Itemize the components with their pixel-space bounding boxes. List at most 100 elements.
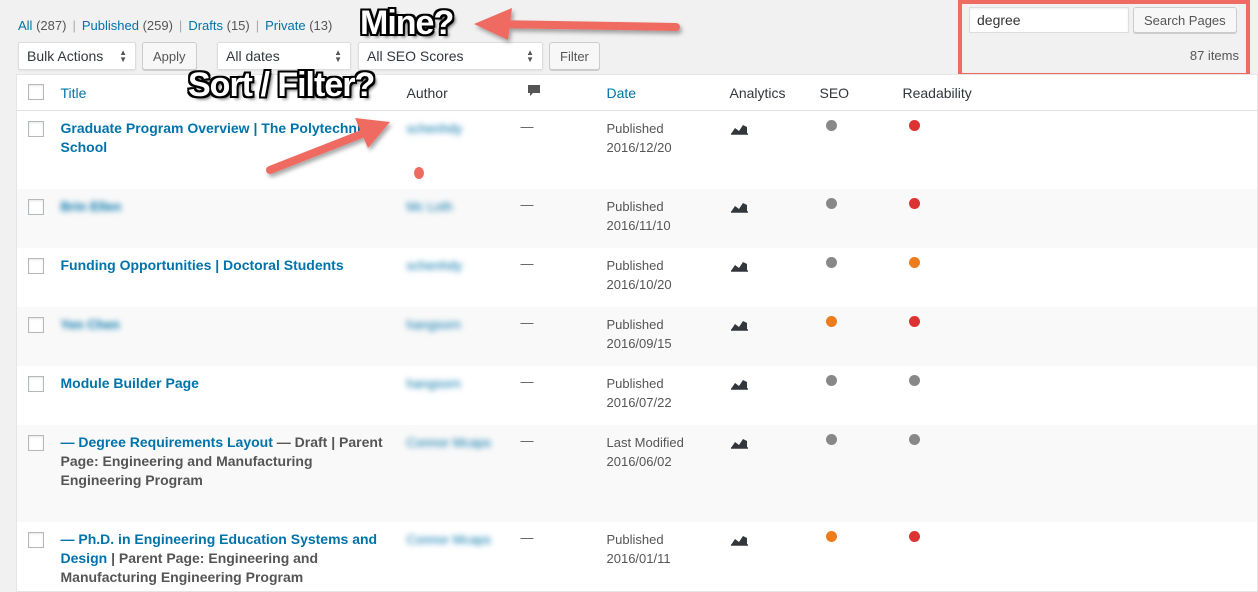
dates-value: All dates: [226, 48, 280, 64]
row-date: 2016/11/10: [606, 217, 671, 233]
analytics-chart-icon[interactable]: [730, 376, 748, 390]
table-row: — Degree Requirements Layout — Draft | P…: [16, 424, 1258, 522]
select-arrows-icon: ▲ ▼: [526, 48, 534, 64]
row-title-link[interactable]: Yen Chen: [61, 317, 120, 332]
table-row: Graduate Program Overview | The Polytech…: [17, 111, 1258, 189]
search-pages-button[interactable]: Search Pages: [1133, 7, 1237, 33]
select-all-cell: [16, 74, 61, 111]
select-arrows-icon: ▲ ▼: [119, 48, 127, 64]
items-count: 87 items: [1189, 48, 1239, 63]
row-date: 2016/12/20: [606, 140, 672, 155]
row-checkbox[interactable]: [28, 121, 44, 137]
table-row: Funding Opportunities | Doctoral Student…: [17, 248, 1258, 307]
comment-bubble-icon: [527, 85, 540, 96]
seo-score-dot: [825, 256, 837, 268]
seo-scores-select[interactable]: All SEO Scores ▲ ▼: [358, 42, 543, 70]
row-status: Published: [606, 198, 664, 214]
view-published-count: (259): [142, 18, 173, 33]
seo-scores-value: All SEO Scores: [367, 48, 464, 64]
readability-score-dot: [908, 433, 920, 445]
row-checkbox[interactable]: [28, 531, 44, 548]
row-date: 2016/09/15: [606, 335, 672, 351]
row-title-link[interactable]: Module Builder Page: [61, 375, 199, 391]
row-date: 2016/10/20: [606, 276, 672, 292]
row-comments: —: [520, 373, 534, 389]
select-arrows-icon: ▲ ▼: [334, 48, 342, 64]
readability-score-dot: [908, 120, 920, 131]
view-private-count: (13): [309, 18, 333, 33]
readability-score-dot: [908, 197, 920, 209]
row-date: 2016/06/02: [606, 453, 672, 469]
column-analytics: Analytics: [729, 74, 820, 111]
row-status: Published: [606, 257, 664, 273]
row-date: 2016/07/22: [606, 394, 672, 410]
search-box: Search Pages: [969, 7, 1237, 33]
analytics-chart-icon[interactable]: [730, 532, 748, 546]
table-row: — Ph.D. in Engineering Education Systems…: [17, 522, 1258, 592]
view-drafts-link[interactable]: Drafts (15): [188, 18, 249, 33]
column-title-sort[interactable]: Title: [61, 85, 87, 101]
select-all-checkbox[interactable]: [28, 84, 44, 100]
bulk-actions-value: Bulk Actions: [27, 48, 104, 64]
column-date-sort[interactable]: Date: [607, 85, 637, 101]
seo-score-dot: [825, 433, 837, 445]
view-all-link[interactable]: All (287): [18, 18, 66, 33]
analytics-chart-icon[interactable]: [730, 258, 748, 272]
table-row: Brin Ellen Mc Loth — Published 2016/11/10: [16, 188, 1258, 248]
row-author[interactable]: Connor Mcaps: [407, 435, 492, 450]
column-readability: Readability: [902, 74, 1258, 111]
row-title-link[interactable]: Brin Ellen: [61, 199, 122, 214]
analytics-chart-icon[interactable]: [730, 435, 748, 449]
row-author[interactable]: schenhdy: [407, 258, 463, 273]
row-checkbox[interactable]: [28, 198, 44, 215]
row-author[interactable]: hangsorn: [407, 317, 461, 332]
seo-score-dot: [825, 120, 837, 131]
row-status: Last Modified: [606, 434, 684, 450]
bulk-actions-select[interactable]: Bulk Actions ▲ ▼: [18, 42, 136, 70]
row-author[interactable]: Connor Mcaps: [407, 532, 492, 547]
table-row: Yen Chen hangsorn — Published 2016/09/15: [16, 306, 1258, 366]
analytics-chart-icon[interactable]: [730, 121, 748, 135]
view-private-link[interactable]: Private (13): [265, 18, 332, 33]
row-status: Published: [606, 121, 664, 136]
view-all-count: (287): [36, 18, 67, 33]
separator: |: [72, 18, 76, 33]
analytics-chart-icon[interactable]: [730, 317, 748, 331]
readability-score-dot: [908, 374, 920, 386]
row-checkbox[interactable]: [28, 316, 44, 333]
row-author[interactable]: Mc Loth: [407, 199, 453, 214]
row-checkbox[interactable]: [28, 434, 44, 451]
analytics-chart-icon[interactable]: [730, 199, 748, 213]
dates-select[interactable]: All dates ▲ ▼: [217, 42, 351, 70]
mine-annotation: Mine?: [360, 4, 454, 42]
seo-score-dot: [825, 530, 837, 542]
row-author[interactable]: hangsorn: [407, 376, 461, 391]
row-status: Published: [606, 531, 664, 547]
separator: |: [178, 18, 183, 33]
row-status: Published: [606, 375, 664, 391]
row-title-link[interactable]: Graduate Program Overview | The Polytech…: [61, 120, 369, 155]
row-status: Published: [606, 316, 664, 332]
row-title-link[interactable]: — Degree Requirements Layout: [61, 434, 273, 450]
column-seo: SEO: [819, 74, 903, 111]
row-title-link[interactable]: Funding Opportunities | Doctoral Student…: [61, 257, 344, 273]
row-comments: —: [520, 119, 534, 134]
readability-score-dot: [908, 530, 920, 542]
search-input[interactable]: [969, 7, 1129, 33]
row-checkbox[interactable]: [28, 375, 44, 392]
view-filter-links: All (287) | Published (259) | Drafts (15) | Pr…: [18, 18, 332, 33]
seo-score-dot: [825, 197, 837, 209]
pages-table: Title Author Date Analytics SEO Readabil…: [16, 74, 1258, 592]
apply-button[interactable]: Apply: [142, 42, 197, 70]
row-comments: —: [520, 255, 534, 271]
separator: |: [255, 18, 260, 33]
readability-score-dot: [908, 315, 920, 327]
mine-arrow: [474, 8, 680, 40]
view-drafts-count: (15): [226, 18, 250, 33]
row-author[interactable]: schenhdy: [407, 121, 463, 136]
row-checkbox[interactable]: [28, 257, 44, 274]
view-published-link[interactable]: Published (259): [82, 18, 173, 33]
readability-score-dot: [908, 256, 920, 268]
table-row: Module Builder Page hangsorn — Published…: [17, 366, 1258, 425]
filter-button[interactable]: Filter: [549, 42, 600, 70]
